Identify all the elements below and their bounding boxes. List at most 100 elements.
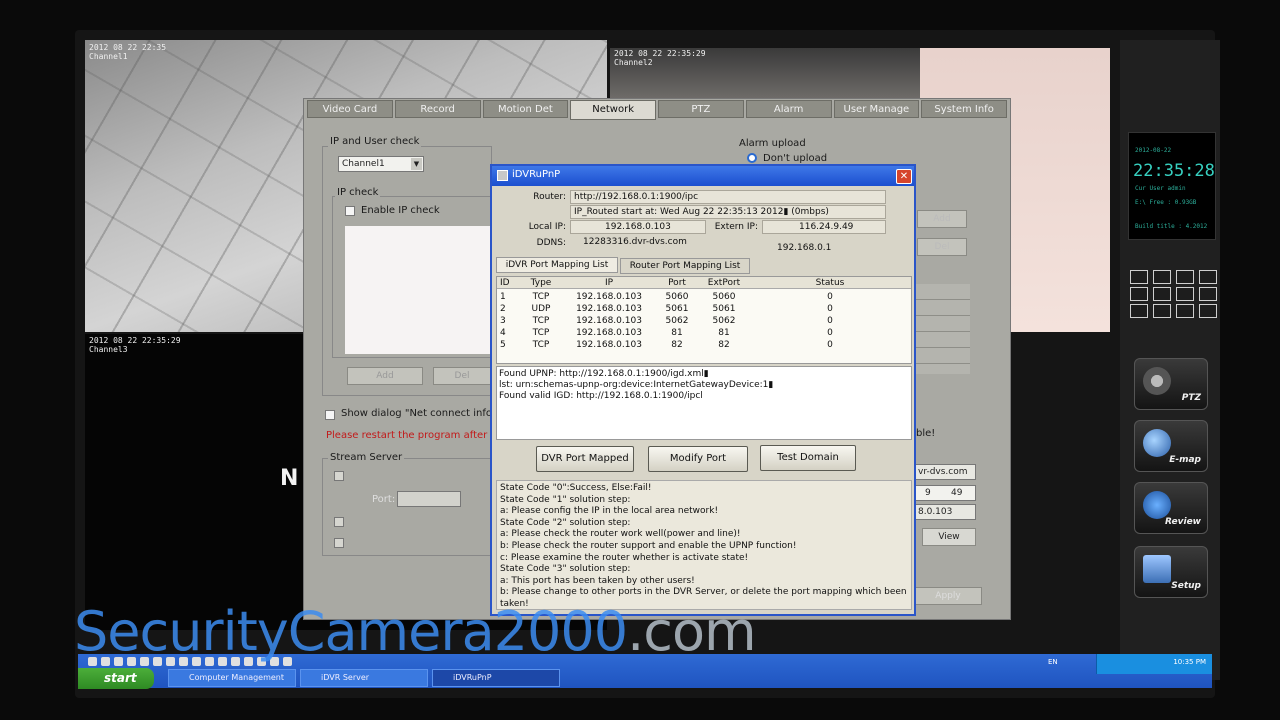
domain-field[interactable]: vr-dvs.com	[914, 464, 976, 480]
tab-network[interactable]: Network	[570, 100, 656, 120]
layout-13-icon[interactable]	[1153, 287, 1171, 301]
table-row[interactable]: 1 TCP 192.168.0.103 5060 5060 0	[497, 291, 911, 303]
chevron-down-icon: ▼	[411, 158, 422, 170]
port-label: Port:	[372, 494, 396, 505]
ip-field[interactable]: 8.0.103	[914, 504, 976, 520]
alarm-upload-title: Alarm upload	[737, 138, 808, 149]
app-icon	[497, 170, 508, 181]
camera-timestamp: 2012 08 22 22:35	[89, 43, 167, 52]
task-idvrupnp[interactable]: iDVRuPnP	[432, 669, 560, 687]
show-dialog-checkbox[interactable]	[325, 410, 335, 420]
globe-icon	[1143, 429, 1171, 457]
layout-25-icon[interactable]	[1199, 287, 1217, 301]
log-line: Found UPNP: http://192.168.0.1:1900/igd.…	[499, 369, 709, 379]
enable-ip-check-checkbox[interactable]	[345, 206, 355, 216]
view-button[interactable]: View	[922, 528, 976, 546]
layout-4-icon[interactable]	[1153, 270, 1171, 284]
language-indicator[interactable]: EN	[1048, 658, 1058, 666]
enable-suffix: ble!	[916, 428, 936, 439]
ip-list[interactable]	[345, 226, 490, 354]
tab-user-manage[interactable]: User Manage	[833, 100, 920, 118]
stream-server-title: Stream Server	[328, 452, 405, 463]
router-field[interactable]: http://192.168.0.1:1900/ipc	[570, 190, 886, 204]
emap-button[interactable]: E-map	[1134, 420, 1208, 472]
show-dialog-label: Show dialog "Net connect infom	[341, 408, 502, 419]
ptz-icon	[1143, 367, 1171, 395]
time-field[interactable]: 9 49	[914, 485, 976, 501]
stream-option2-checkbox[interactable]	[334, 517, 344, 527]
camera-timestamp: 2012 08 22 22:35:29	[614, 49, 706, 58]
tab-ptz[interactable]: PTZ	[658, 100, 744, 118]
status-build: Build title : 4.2012	[1135, 223, 1208, 230]
watermark: SecurityCamera2000.com	[74, 600, 757, 663]
review-icon	[1143, 491, 1171, 519]
stream-option-checkbox[interactable]	[334, 471, 344, 481]
table-header: ID Type IP Port ExtPort Status	[497, 277, 911, 289]
log-line: Found valid IGD: http://192.168.0.1:1900…	[499, 391, 703, 401]
layout-6-icon[interactable]	[1176, 270, 1194, 284]
setup-button[interactable]: Setup	[1134, 546, 1208, 598]
cycle-icon[interactable]	[1176, 304, 1194, 318]
prev-page-icon[interactable]	[1153, 304, 1171, 318]
tab-system-info[interactable]: System Info	[921, 100, 1007, 118]
next-page-icon[interactable]	[1199, 304, 1217, 318]
fullscreen-icon[interactable]	[1130, 304, 1148, 318]
review-button[interactable]: Review	[1134, 482, 1208, 534]
status-clock: 22:35:28	[1133, 161, 1215, 181]
system-tray: 10:35 PM	[1096, 654, 1212, 674]
test-domain-button[interactable]: Test Domain	[760, 445, 856, 471]
apply-button[interactable]: Apply	[914, 587, 982, 605]
table-row[interactable]: 2 UDP 192.168.0.103 5061 5061 0	[497, 303, 911, 315]
channel-select[interactable]: Channel1 ▼	[338, 156, 424, 172]
tab-router-port-mapping[interactable]: Router Port Mapping List	[620, 258, 750, 274]
status-disk: E:\ Free : 0.93GB	[1135, 199, 1197, 206]
right-del-button[interactable]: Del	[917, 238, 967, 256]
tab-alarm[interactable]: Alarm	[745, 100, 832, 118]
camera-channel-label: Channel3	[89, 345, 128, 354]
layout-buttons	[1130, 270, 1217, 318]
status-date: 2012-08-22	[1135, 147, 1172, 154]
right-list[interactable]	[916, 284, 970, 374]
dont-upload-radio[interactable]	[747, 153, 757, 163]
start-button[interactable]: start	[78, 668, 154, 689]
upnp-titlebar[interactable]: iDVRuPnP	[492, 166, 914, 186]
layout-16-icon[interactable]	[1176, 287, 1194, 301]
extern-ip-field[interactable]: 116.24.9.49	[762, 220, 886, 234]
modify-port-button[interactable]: Modify Port	[648, 446, 748, 472]
table-row[interactable]: 3 TCP 192.168.0.103 5062 5062 0	[497, 315, 911, 327]
add-ip-button[interactable]: Add	[347, 367, 423, 385]
close-icon[interactable]: ✕	[896, 169, 912, 184]
task-computer-management[interactable]: Computer Management	[168, 669, 296, 687]
state-code-notes: State Code "0":Success, Else:Fail! State…	[496, 480, 912, 610]
del-ip-button[interactable]: Del	[433, 367, 491, 385]
enable-ip-check-label: Enable IP check	[361, 205, 440, 216]
table-row[interactable]: 4 TCP 192.168.0.103 81 81 0	[497, 327, 911, 339]
extern-ip-label: Extern IP:	[714, 222, 758, 232]
tab-idvr-port-mapping[interactable]: iDVR Port Mapping List	[496, 257, 618, 273]
stream-server-group	[322, 458, 492, 556]
tab-video-card[interactable]: Video Card	[307, 100, 393, 118]
stream-option3-checkbox[interactable]	[334, 538, 344, 548]
status-user: Cur User admin	[1135, 185, 1186, 192]
tab-record[interactable]: Record	[394, 100, 481, 118]
layout-9-icon[interactable]	[1199, 270, 1217, 284]
table-row[interactable]: 5 TCP 192.168.0.103 82 82 0	[497, 339, 911, 351]
dvr-port-mapped-button[interactable]: DVR Port Mapped	[536, 446, 634, 472]
camera-channel-label: Channel1	[89, 52, 128, 61]
port-input[interactable]	[397, 491, 461, 507]
camera-channel-label: Channel2	[614, 58, 653, 67]
log-line: lst: urn:schemas-upnp-org:device:Interne…	[499, 380, 774, 390]
ptz-button[interactable]: PTZ	[1134, 358, 1208, 410]
tab-motion-det[interactable]: Motion Det	[482, 100, 569, 118]
ip-check-title: IP check	[335, 187, 381, 198]
upnp-log[interactable]: Found UPNP: http://192.168.0.1:1900/igd.…	[496, 366, 912, 440]
layout-10-icon[interactable]	[1130, 287, 1148, 301]
local-ip-field[interactable]: 192.168.0.103	[570, 220, 706, 234]
task-idvr-server[interactable]: iDVR Server	[300, 669, 428, 687]
tray-clock[interactable]: 10:35 PM	[1173, 658, 1206, 666]
layout-1-icon[interactable]	[1130, 270, 1148, 284]
setup-icon	[1143, 555, 1171, 583]
dont-upload-label: Don't upload	[763, 153, 828, 164]
right-add-button[interactable]: Add	[917, 210, 967, 228]
port-mapping-table: ID Type IP Port ExtPort Status 1 TCP 192.1…	[496, 276, 912, 364]
